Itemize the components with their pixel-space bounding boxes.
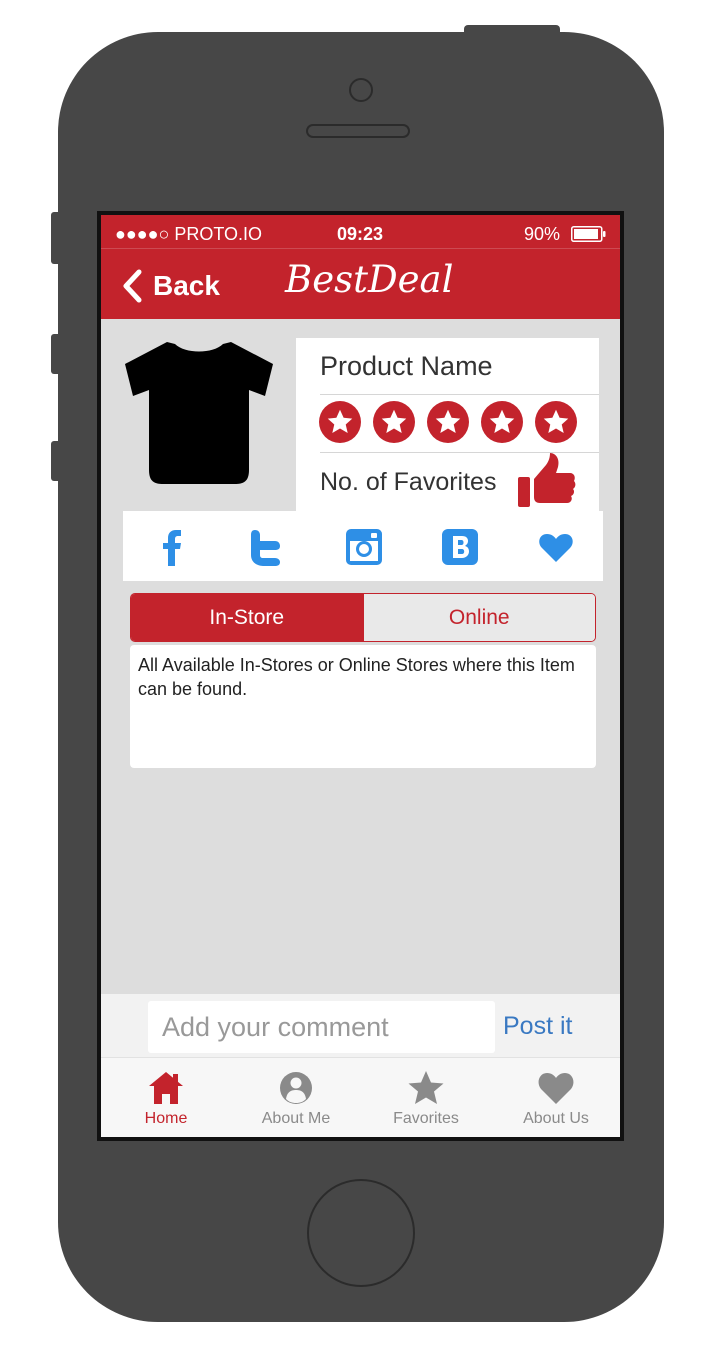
tab-in-store[interactable]: In-Store	[131, 594, 363, 641]
star-icon	[543, 409, 569, 433]
home-hardware-button	[307, 1179, 415, 1287]
rating-star-5[interactable]	[535, 401, 577, 443]
tab-favorites[interactable]: Favorites	[361, 1058, 491, 1137]
battery-icon	[571, 226, 606, 242]
star-icon	[408, 1071, 444, 1104]
rating-star-4[interactable]	[481, 401, 523, 443]
tab-about-us-label: About Us	[523, 1110, 589, 1127]
social-share-bar	[123, 511, 603, 581]
home-icon	[149, 1072, 183, 1104]
clock: 09:23	[337, 224, 384, 244]
chevron-left-icon	[123, 269, 142, 303]
earpiece-speaker	[306, 124, 410, 138]
status-bar: ●●●●○ PROTO.IO 09:23 90%	[101, 215, 620, 249]
tshirt-icon	[125, 342, 273, 484]
rating-star-3[interactable]	[427, 401, 469, 443]
rating-stars[interactable]	[319, 401, 577, 443]
front-camera	[349, 78, 373, 102]
tab-favorites-label: Favorites	[393, 1110, 459, 1127]
tab-about-me[interactable]: About Me	[231, 1058, 361, 1137]
post-button[interactable]: Post it	[503, 1012, 572, 1041]
star-icon	[381, 409, 407, 433]
comment-input[interactable]	[148, 1001, 495, 1053]
star-icon	[327, 409, 353, 433]
app-header: ●●●●○ PROTO.IO 09:23 90% Back BestDeal	[101, 215, 620, 319]
battery-percentage: 90%	[524, 224, 561, 244]
rating-star-1[interactable]	[319, 401, 361, 443]
app-logo: BestDeal	[285, 258, 454, 301]
instagram-icon[interactable]	[345, 528, 383, 566]
tab-about-me-label: About Me	[261, 1110, 331, 1127]
comment-bar: Post it	[101, 994, 620, 1057]
tab-home[interactable]: Home	[101, 1058, 231, 1137]
tab-online[interactable]: Online	[362, 594, 595, 641]
divider	[320, 394, 599, 395]
heart-icon	[538, 1073, 574, 1104]
app-screen: ●●●●○ PROTO.IO 09:23 90% Back BestDeal P…	[97, 211, 624, 1141]
tab-home-label: Home	[144, 1110, 188, 1127]
store-description: All Available In-Stores or Online Stores…	[130, 645, 596, 768]
back-button[interactable]: Back	[121, 267, 220, 305]
bottom-tab-bar: Home About Me Favorites About Us	[101, 1057, 620, 1137]
back-label: Back	[153, 270, 220, 301]
facebook-icon[interactable]	[153, 528, 191, 566]
thumbs-up-icon[interactable]	[516, 451, 576, 509]
product-name: Product Name	[320, 351, 493, 381]
twitter-icon[interactable]	[249, 528, 287, 566]
product-info-card: Product Name No. of Favorites	[296, 338, 599, 514]
carrier-label: ●●●●○ PROTO.IO	[115, 224, 263, 244]
heart-icon[interactable]	[537, 528, 575, 566]
rating-star-2[interactable]	[373, 401, 415, 443]
tab-about-us[interactable]: About Us	[491, 1058, 620, 1137]
vk-icon[interactable]	[441, 528, 479, 566]
star-icon	[435, 409, 461, 433]
user-icon	[280, 1072, 312, 1104]
store-type-toggle: In-Store Online	[130, 593, 596, 642]
favorites-label: No. of Favorites	[320, 468, 497, 496]
star-icon	[489, 409, 515, 433]
